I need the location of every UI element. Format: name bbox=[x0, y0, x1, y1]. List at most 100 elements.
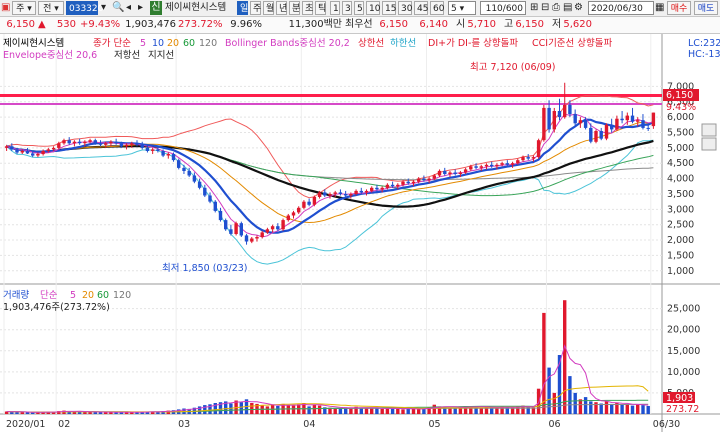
candle-body bbox=[323, 192, 327, 196]
menu-icon[interactable]: ▣ bbox=[1, 1, 11, 15]
tab-month[interactable]: 월 bbox=[263, 1, 274, 15]
price-tick-label: 3,000 bbox=[667, 204, 694, 215]
price-tick-label: 5,500 bbox=[667, 128, 694, 139]
date-input[interactable]: 2020/06/30 bbox=[588, 1, 654, 15]
candle-body bbox=[124, 144, 129, 147]
legend-ma-20: 20 bbox=[167, 38, 179, 49]
tab-day[interactable]: 일 bbox=[237, 1, 248, 15]
sell-button[interactable]: 매도 bbox=[694, 1, 718, 15]
candle-body bbox=[229, 229, 233, 234]
time-tick-label: 02 bbox=[58, 419, 70, 430]
dropdown-icon[interactable]: ▾ bbox=[101, 1, 111, 15]
code-input[interactable]: 033320 bbox=[66, 1, 103, 15]
candle-body bbox=[474, 166, 478, 168]
volume-last-percent: 273.72 bbox=[666, 404, 699, 415]
candle-body bbox=[203, 187, 207, 196]
stock-chart[interactable]: 7,0006,5006,0005,5005,0004,5004,0003,500… bbox=[0, 34, 720, 432]
candle-body bbox=[46, 149, 50, 151]
candle-body bbox=[646, 127, 650, 129]
interval-select[interactable]: 5 ▾ bbox=[448, 1, 476, 15]
minute-1-button[interactable]: 1 bbox=[330, 1, 340, 15]
tab-year[interactable]: 년 bbox=[276, 1, 287, 15]
volume-bar bbox=[411, 408, 416, 414]
volume-tick-label: 15,000 bbox=[667, 346, 700, 357]
candle-body bbox=[317, 192, 322, 197]
candle-body bbox=[161, 151, 165, 156]
legend-ma-10: 10 bbox=[152, 38, 164, 49]
last-price-tag: 6,150 bbox=[666, 90, 693, 101]
candle-body bbox=[510, 163, 515, 165]
minute-60-button[interactable]: 60 bbox=[430, 1, 444, 15]
minute-5-button[interactable]: 5 bbox=[354, 1, 364, 15]
volume-bar bbox=[385, 408, 390, 414]
minute-10-button[interactable]: 10 bbox=[366, 1, 380, 15]
candle-body bbox=[578, 120, 583, 124]
company-name: 제이씨현시스템 bbox=[165, 2, 227, 13]
volume-bar bbox=[542, 312, 546, 414]
tab-tick[interactable]: 틱 bbox=[315, 1, 326, 15]
volume-bar bbox=[432, 404, 436, 414]
candle-body bbox=[88, 140, 92, 142]
candle-body bbox=[552, 111, 556, 130]
scroll-up-icon[interactable] bbox=[701, 123, 717, 137]
candle-body bbox=[651, 112, 656, 127]
legend-bb-upper: 상한선 bbox=[358, 38, 384, 49]
candle-body bbox=[484, 164, 489, 167]
minute-3-button[interactable]: 3 bbox=[342, 1, 352, 15]
scope-select[interactable]: 전 ▾ bbox=[38, 1, 64, 15]
candle-body bbox=[641, 120, 645, 128]
calendar-icon[interactable]: ▦ bbox=[655, 1, 665, 15]
volume-bar bbox=[98, 412, 103, 414]
candle-body bbox=[620, 118, 624, 121]
search-icon[interactable]: 🔍 bbox=[112, 1, 124, 15]
tab-second[interactable]: 초 bbox=[302, 1, 313, 15]
candle-body bbox=[10, 146, 14, 150]
candle-body bbox=[536, 140, 541, 158]
settings-icon[interactable]: ⚙ bbox=[574, 1, 584, 15]
candle-body bbox=[406, 181, 410, 184]
tab-week[interactable]: 주 bbox=[250, 1, 261, 15]
buy-button[interactable]: 매수 bbox=[667, 1, 691, 15]
tab-minute[interactable]: 분 bbox=[289, 1, 300, 15]
next-icon[interactable]: ▸ bbox=[138, 1, 148, 15]
volume-bar bbox=[646, 406, 650, 414]
lock-icon[interactable]: ⊞ bbox=[530, 1, 540, 15]
candle-body bbox=[31, 153, 35, 156]
open-price: 5,710 bbox=[467, 19, 496, 30]
price-tick-label: 1,500 bbox=[667, 250, 694, 261]
legend-ma-5: 5 bbox=[140, 38, 146, 49]
candle-body bbox=[302, 201, 306, 208]
price-tick-label: 6,000 bbox=[667, 112, 694, 123]
quote-bar: 6,150 ▲ 530 +9.43% 1,903,476 273.72% 9.9… bbox=[0, 17, 720, 34]
candle-body bbox=[312, 197, 317, 205]
candle-body bbox=[83, 141, 87, 144]
minute-45-button[interactable]: 45 bbox=[414, 1, 428, 15]
candle-body bbox=[500, 163, 504, 165]
time-tick-label: 05 bbox=[428, 419, 440, 430]
minute-15-button[interactable]: 15 bbox=[382, 1, 396, 15]
high-annotation: 최고 7,120 (06/09) bbox=[470, 62, 556, 73]
scroll-down-icon[interactable] bbox=[701, 137, 717, 151]
market-select[interactable]: 주 ▾ bbox=[12, 1, 36, 15]
minute-30-button[interactable]: 30 bbox=[398, 1, 412, 15]
legend-support: 지지선 bbox=[148, 50, 174, 61]
candle-body bbox=[547, 107, 551, 130]
save-icon[interactable]: ▤ bbox=[563, 1, 573, 15]
candle-body bbox=[328, 194, 332, 196]
candle-body bbox=[119, 143, 124, 147]
candle-body bbox=[568, 104, 572, 115]
candle-body bbox=[98, 143, 103, 145]
candle-body bbox=[505, 163, 509, 165]
candle-body bbox=[20, 151, 24, 153]
prev-icon[interactable]: ◂ bbox=[126, 1, 136, 15]
compare-icon[interactable]: ⊟ bbox=[541, 1, 551, 15]
candle-body bbox=[490, 164, 494, 167]
time-tick-label: 06/30 bbox=[653, 419, 680, 430]
print-icon[interactable]: ⎙ bbox=[552, 1, 562, 15]
candle-body bbox=[72, 141, 77, 144]
count-input[interactable]: 110/600 bbox=[480, 1, 526, 15]
current-price: 6,150 bbox=[6, 19, 35, 30]
candle-body bbox=[453, 172, 457, 174]
candle-body bbox=[610, 124, 614, 130]
legend-cci: CCI기준선 상향돌파 bbox=[532, 37, 613, 49]
